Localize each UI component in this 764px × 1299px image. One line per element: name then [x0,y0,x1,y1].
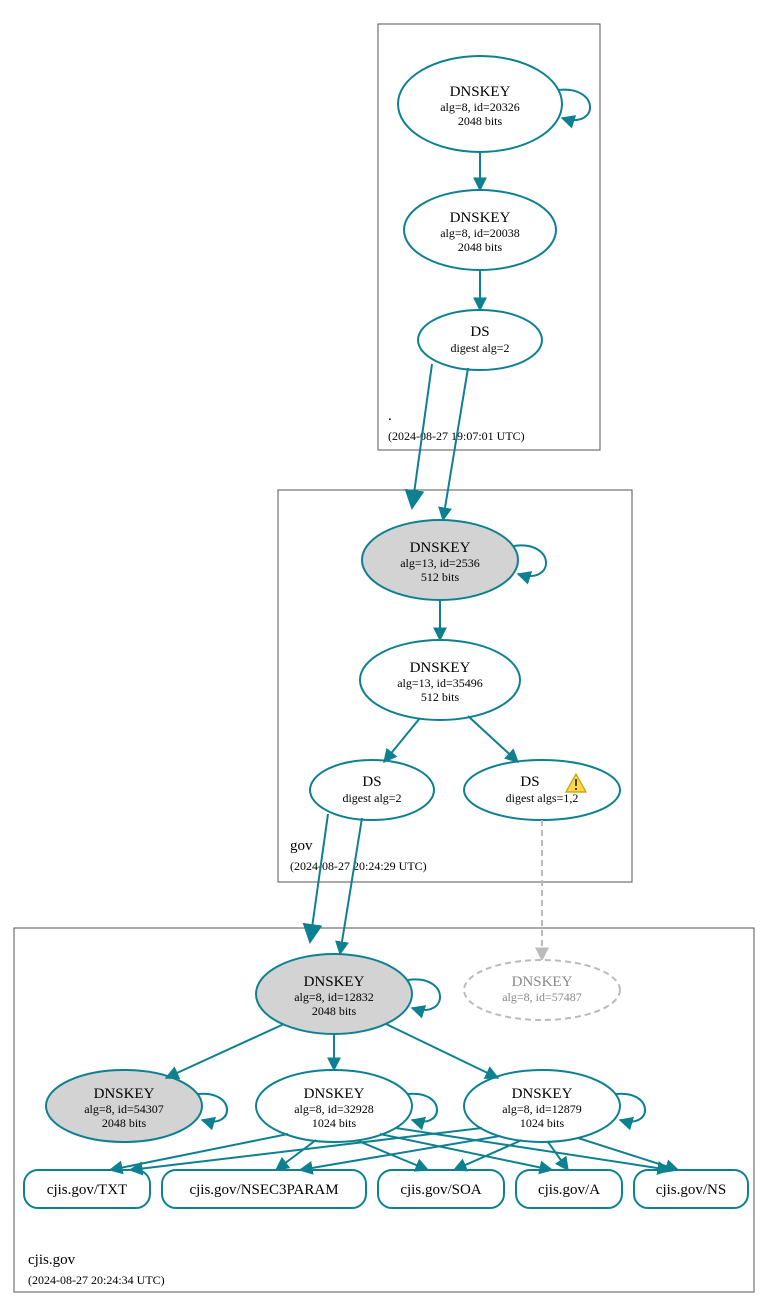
rrset-soa: cjis.gov/SOA [378,1170,504,1208]
edge-12879-ns [578,1138,678,1170]
svg-text:digest alg=2: digest alg=2 [342,791,401,805]
rrset-ns: cjis.gov/NS [634,1170,748,1208]
node-cjis-54307: DNSKEY alg=8, id=54307 2048 bits [46,1070,202,1142]
svg-text:512 bits: 512 bits [421,690,460,704]
node-cjis-12879: DNSKEY alg=8, id=12879 1024 bits [464,1070,620,1142]
edge-12879-soa [454,1140,522,1170]
svg-text:DNSKEY: DNSKEY [304,974,365,990]
edge-zone-gov-to-cjis [310,814,328,942]
rrset-txt: cjis.gov/TXT [24,1170,150,1208]
zone-gov-timestamp: (2024-08-27 20:24:29 UTC) [290,859,427,873]
zone-root-label: . [388,408,392,424]
svg-text:alg=8, id=20326: alg=8, id=20326 [440,100,520,114]
svg-text:alg=13, id=35496: alg=13, id=35496 [397,676,483,690]
svg-text:cjis.gov/NSEC3PARAM: cjis.gov/NSEC3PARAM [189,1182,338,1198]
svg-text:DNSKEY: DNSKEY [410,660,471,676]
dnssec-chain-diagram: . (2024-08-27 19:07:01 UTC) DNSKEY alg=8… [0,0,764,1299]
edge-12879-a [548,1142,568,1170]
svg-text:DNSKEY: DNSKEY [94,1086,155,1102]
svg-text:DNSKEY: DNSKEY [410,540,471,556]
edge-32928-n3p [276,1140,316,1170]
svg-text:DNSKEY: DNSKEY [450,210,511,226]
svg-text:alg=8, id=57487: alg=8, id=57487 [502,990,582,1004]
rrset-a: cjis.gov/A [516,1170,622,1208]
edge-gov-zsk-to-ds2 [468,716,518,762]
node-gov-zsk: DNSKEY alg=13, id=35496 512 bits [360,640,520,720]
svg-text:2048 bits: 2048 bits [312,1004,357,1018]
node-root-ds: DS digest alg=2 [418,310,542,370]
svg-text:DNSKEY: DNSKEY [304,1086,365,1102]
node-gov-ds1: DS digest alg=2 [310,760,434,820]
svg-text:cjis.gov/A: cjis.gov/A [538,1182,600,1198]
zone-cjis-timestamp: (2024-08-27 20:24:34 UTC) [28,1273,165,1287]
zone-gov-label: gov [290,838,313,854]
svg-text:alg=13, id=2536: alg=13, id=2536 [400,556,480,570]
node-root-ksk: DNSKEY alg=8, id=20326 2048 bits [398,56,562,152]
edge-ksk-to-54307 [166,1024,284,1078]
svg-text:digest algs=1,2: digest algs=1,2 [506,791,579,805]
rrset-nsec3param: cjis.gov/NSEC3PARAM [162,1170,366,1208]
node-cjis-ghost: DNSKEY alg=8, id=57487 [464,960,620,1020]
edge-gov-zsk-to-ds1 [384,718,420,762]
svg-text:2048 bits: 2048 bits [102,1116,147,1130]
edge-gov-ds1-to-cjis-ksk [340,818,362,954]
svg-text:1024 bits: 1024 bits [312,1116,357,1130]
svg-text:cjis.gov/NS: cjis.gov/NS [656,1182,726,1198]
svg-text:alg=8, id=12832: alg=8, id=12832 [294,990,374,1004]
svg-text:DS: DS [362,774,381,790]
svg-text:alg=8, id=54307: alg=8, id=54307 [84,1102,164,1116]
svg-text:alg=8, id=32928: alg=8, id=32928 [294,1102,374,1116]
svg-text:DNSKEY: DNSKEY [512,974,573,990]
node-gov-ds2: DS digest algs=1,2 [464,760,620,820]
svg-text:512 bits: 512 bits [421,570,460,584]
svg-text:DNSKEY: DNSKEY [512,1086,573,1102]
svg-text:cjis.gov/TXT: cjis.gov/TXT [47,1182,127,1198]
svg-text:cjis.gov/SOA: cjis.gov/SOA [400,1182,481,1198]
svg-text:DNSKEY: DNSKEY [450,84,511,100]
svg-text:1024 bits: 1024 bits [520,1116,565,1130]
svg-text:DS: DS [470,324,489,340]
svg-text:alg=8, id=20038: alg=8, id=20038 [440,226,520,240]
svg-text:digest alg=2: digest alg=2 [450,341,509,355]
svg-text:2048 bits: 2048 bits [458,240,503,254]
edge-ksk-to-12879 [386,1024,498,1078]
node-cjis-ksk: DNSKEY alg=8, id=12832 2048 bits [256,954,412,1034]
node-gov-ksk: DNSKEY alg=13, id=2536 512 bits [362,520,518,600]
svg-text:2048 bits: 2048 bits [458,114,503,128]
svg-text:DS: DS [520,774,539,790]
svg-text:alg=8, id=12879: alg=8, id=12879 [502,1102,582,1116]
edge-root-ds-to-gov-ksk [443,368,468,520]
node-root-zsk: DNSKEY alg=8, id=20038 2048 bits [404,190,556,270]
zone-cjis-label: cjis.gov [28,1252,76,1268]
node-cjis-32928: DNSKEY alg=8, id=32928 1024 bits [256,1070,412,1142]
